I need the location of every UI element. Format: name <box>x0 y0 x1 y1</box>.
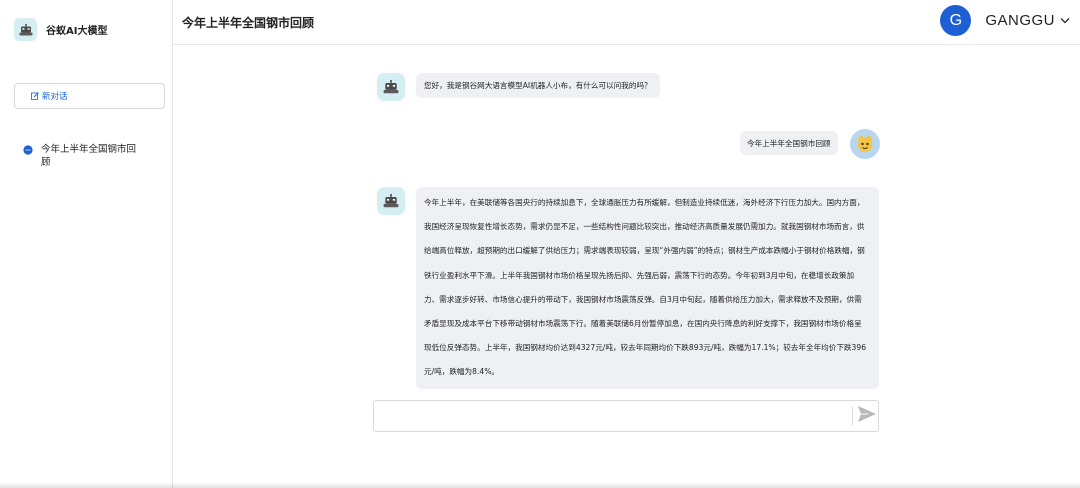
user-menu[interactable]: G GANGGU <box>940 5 1070 36</box>
chat-bubble-icon <box>23 145 33 155</box>
send-button[interactable] <box>856 405 878 427</box>
message-input[interactable] <box>374 401 850 431</box>
history-item-label: 今年上半年全国钢市回顾 <box>41 144 137 168</box>
new-chat-label: 新对话 <box>42 92 68 102</box>
composer <box>373 400 879 432</box>
new-chat-button[interactable]: 新对话 <box>14 83 165 109</box>
divider <box>852 406 853 426</box>
robot-icon <box>377 73 405 101</box>
username[interactable]: GANGGU <box>985 12 1055 29</box>
assistant-message: 今年上半年，在美联储等各国央行的持续加息下，全球通胀压力有所缓解，但制造业持续低… <box>416 187 879 389</box>
page-title: 今年上半年全国钢市回顾 <box>182 16 315 30</box>
brand-name: 谷蚁AI大模型 <box>46 26 108 37</box>
avatar[interactable]: G <box>940 5 972 36</box>
chevron-down-icon[interactable] <box>1060 17 1070 24</box>
send-icon <box>857 405 877 427</box>
robot-icon <box>377 187 405 215</box>
user-message: 今年上半年全国钢市回顾 <box>740 131 838 155</box>
header: 今年上半年全国钢市回顾 G GANGGU <box>173 0 1080 45</box>
brand: 谷蚁AI大模型 <box>14 18 107 41</box>
robot-icon <box>14 18 37 41</box>
user-avatar-icon <box>850 129 880 159</box>
history-item[interactable]: 今年上半年全国钢市回顾 <box>23 143 153 169</box>
assistant-message: 您好，我是钢谷网大语言模型AI机器人小布，有什么可以问我的吗？ <box>416 73 660 98</box>
sidebar: 谷蚁AI大模型 新对话 今年上半年全国钢市回顾 <box>0 0 173 488</box>
edit-icon <box>31 92 39 100</box>
bottom-shadow <box>0 482 1080 488</box>
